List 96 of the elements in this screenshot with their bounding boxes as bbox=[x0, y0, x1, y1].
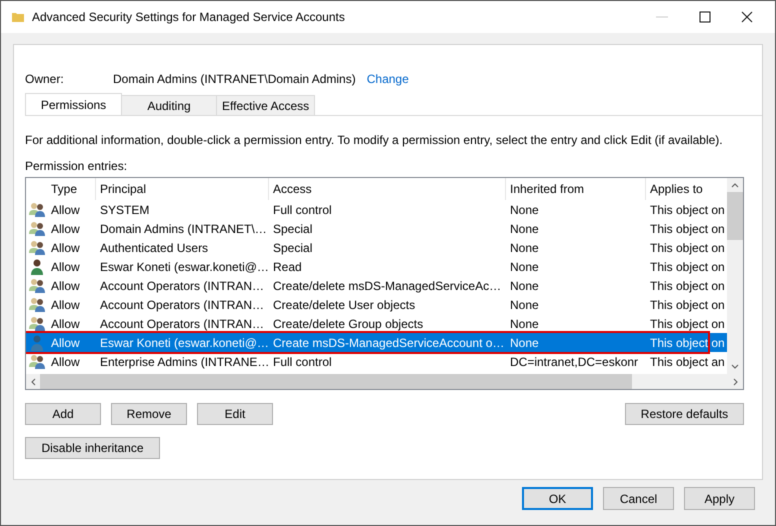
column-header[interactable]: Principal bbox=[96, 178, 269, 200]
table-cell-text: Allow bbox=[50, 240, 81, 254]
users-icon bbox=[28, 220, 44, 236]
table-cell-text: Allow bbox=[50, 298, 81, 312]
table-cell-text: Enterprise Admins (INTRANE… bbox=[99, 354, 269, 368]
table-cell-text: Domain Admins (INTRANET\… bbox=[99, 222, 268, 236]
folder-icon bbox=[12, 11, 24, 23]
permission-row[interactable]: Allow SYSTEM Full control None This object on bbox=[26, 200, 727, 219]
table-cell-text: Full control bbox=[272, 354, 333, 368]
table-cell-text: Account Operators (INTRAN… bbox=[99, 316, 266, 330]
vertical-scrollbar[interactable] bbox=[727, 178, 743, 374]
users-icon bbox=[28, 316, 44, 332]
users-icon bbox=[28, 240, 44, 256]
users-icon bbox=[28, 278, 44, 294]
table-cell-text: Special bbox=[272, 222, 314, 236]
tab[interactable]: Permissions bbox=[25, 93, 122, 115]
table-cell-text: None bbox=[509, 316, 540, 330]
table-cell-text: This object on bbox=[649, 298, 726, 312]
change-link[interactable]: Change bbox=[366, 72, 409, 86]
table-cell-text: Allow bbox=[50, 316, 81, 330]
column-header[interactable]: Inherited from bbox=[506, 178, 646, 200]
table-cell-text: Full control bbox=[272, 202, 333, 216]
table-cell-text: Create msDS-ManagedServiceAccount o… bbox=[272, 336, 506, 350]
dialog-button[interactable]: Apply bbox=[684, 487, 755, 510]
table-cell-text: This object on bbox=[649, 240, 726, 254]
scroll-down-icon[interactable] bbox=[731, 364, 739, 370]
table-cell-text: Special bbox=[272, 240, 314, 254]
scroll-left-icon[interactable] bbox=[30, 378, 36, 386]
table-cell-text: This object on bbox=[649, 202, 726, 216]
table-cell-text: Account Operators (INTRAN… bbox=[99, 278, 266, 292]
permission-row[interactable]: Allow Account Operators (INTRAN… Create/delete Group objects None This object on bbox=[26, 314, 727, 333]
table-cell-text: None bbox=[509, 202, 540, 216]
table-cell-text: None bbox=[509, 260, 540, 274]
users-icon bbox=[28, 296, 44, 312]
scroll-up-icon[interactable] bbox=[731, 182, 739, 188]
table-cell-text: Authenticated Users bbox=[99, 240, 210, 254]
table-cell-text: This object on bbox=[649, 260, 726, 274]
permission-entries-label: Permission entries: bbox=[25, 159, 128, 175]
table-cell-text: None bbox=[509, 240, 540, 254]
table-cell-text: None bbox=[509, 222, 540, 236]
permission-row[interactable]: Allow Account Operators (INTRAN… Create/delete User objects None This object on bbox=[26, 295, 727, 314]
table-cell-text: Allow bbox=[50, 222, 81, 236]
list-button[interactable]: Remove bbox=[111, 403, 187, 425]
table-cell-text: None bbox=[509, 336, 540, 350]
table-cell-text: None bbox=[509, 278, 540, 292]
table-cell-text: Allow bbox=[50, 260, 81, 274]
permission-row[interactable]: Allow Eswar Koneti (eswar.koneti@… Read None This object on bbox=[26, 257, 727, 276]
table-cell-text: This object on bbox=[649, 278, 726, 292]
table-cell-text: Allow bbox=[50, 354, 81, 368]
table-cell-text: Eswar Koneti (eswar.koneti@… bbox=[99, 336, 269, 350]
table-cell-text: Allow bbox=[50, 336, 81, 350]
users-icon bbox=[28, 354, 44, 370]
restore-defaults-button[interactable]: Restore defaults bbox=[625, 403, 744, 425]
table-cell-text: Allow bbox=[50, 202, 81, 216]
table-cell-text: Allow bbox=[50, 278, 81, 292]
permission-row[interactable]: Allow Eswar Koneti (eswar.koneti@… Create msDS-ManagedServiceAccount o… None This object on bbox=[26, 333, 727, 352]
tab[interactable]: Auditing bbox=[121, 95, 217, 115]
scroll-right-icon[interactable] bbox=[733, 378, 739, 386]
permission-row[interactable]: Allow Authenticated Users Special None This object on bbox=[26, 238, 727, 257]
permission-row[interactable]: Allow Account Operators (INTRAN… Create/delete msDS-ManagedServiceAc… None This object on bbox=[26, 276, 727, 295]
table-cell-text: Account Operators (INTRAN… bbox=[99, 298, 266, 312]
close-icon[interactable] bbox=[741, 11, 753, 23]
user-icon bbox=[28, 258, 44, 274]
table-cell-text: SYSTEM bbox=[99, 202, 150, 216]
tab[interactable]: Effective Access bbox=[216, 95, 316, 115]
column-header[interactable]: Applies to bbox=[646, 178, 727, 200]
list-button[interactable]: Edit bbox=[197, 403, 273, 425]
table-cell-text: This object on bbox=[649, 336, 726, 350]
owner-value: Domain Admins (INTRANET\Domain Admins) bbox=[113, 72, 356, 86]
table-cell-text: None bbox=[509, 298, 540, 312]
user-icon bbox=[28, 334, 44, 350]
table-cell-text: Create/delete User objects bbox=[272, 298, 416, 312]
dialog-button[interactable]: OK bbox=[522, 487, 593, 510]
table-cell-text: Create/delete Group objects bbox=[272, 316, 424, 330]
window-title: Advanced Security Settings for Managed Service Accounts bbox=[32, 10, 345, 24]
column-header[interactable]: Type bbox=[47, 178, 96, 200]
info-text: For additional information, double-click a permission entry. To modify a permission entry, select the entry and click Edit (if available). bbox=[25, 133, 724, 149]
scroll-thumb[interactable] bbox=[40, 374, 632, 389]
disable-inheritance-button[interactable]: Disable inheritance bbox=[25, 437, 160, 459]
table-cell-text: This object on bbox=[649, 316, 726, 330]
table-cell-text: This object on bbox=[649, 222, 726, 236]
dialog-button[interactable]: Cancel bbox=[603, 487, 674, 510]
scroll-thumb[interactable] bbox=[727, 192, 743, 240]
owner-label: Owner: bbox=[25, 72, 65, 86]
table-cell-text: DC=intranet,DC=eskonr bbox=[509, 354, 640, 368]
list-button[interactable]: Add bbox=[25, 403, 101, 425]
permission-row[interactable]: Allow Domain Admins (INTRANET\… Special None This object on bbox=[26, 219, 727, 238]
permission-row[interactable]: Allow Enterprise Admins (INTRANE… Full control DC=intranet,DC=eskonr This object an bbox=[26, 352, 727, 371]
table-cell-text: Read bbox=[272, 260, 303, 274]
column-header[interactable]: Access bbox=[269, 178, 506, 200]
table-cell-text: This object an bbox=[649, 354, 726, 368]
users-icon bbox=[28, 202, 44, 218]
maximize-icon[interactable] bbox=[699, 11, 711, 23]
table-cell-text: Create/delete msDS-ManagedServiceAc… bbox=[272, 278, 502, 292]
table-cell-text: Eswar Koneti (eswar.koneti@… bbox=[99, 260, 269, 274]
horizontal-scrollbar[interactable] bbox=[26, 374, 743, 389]
